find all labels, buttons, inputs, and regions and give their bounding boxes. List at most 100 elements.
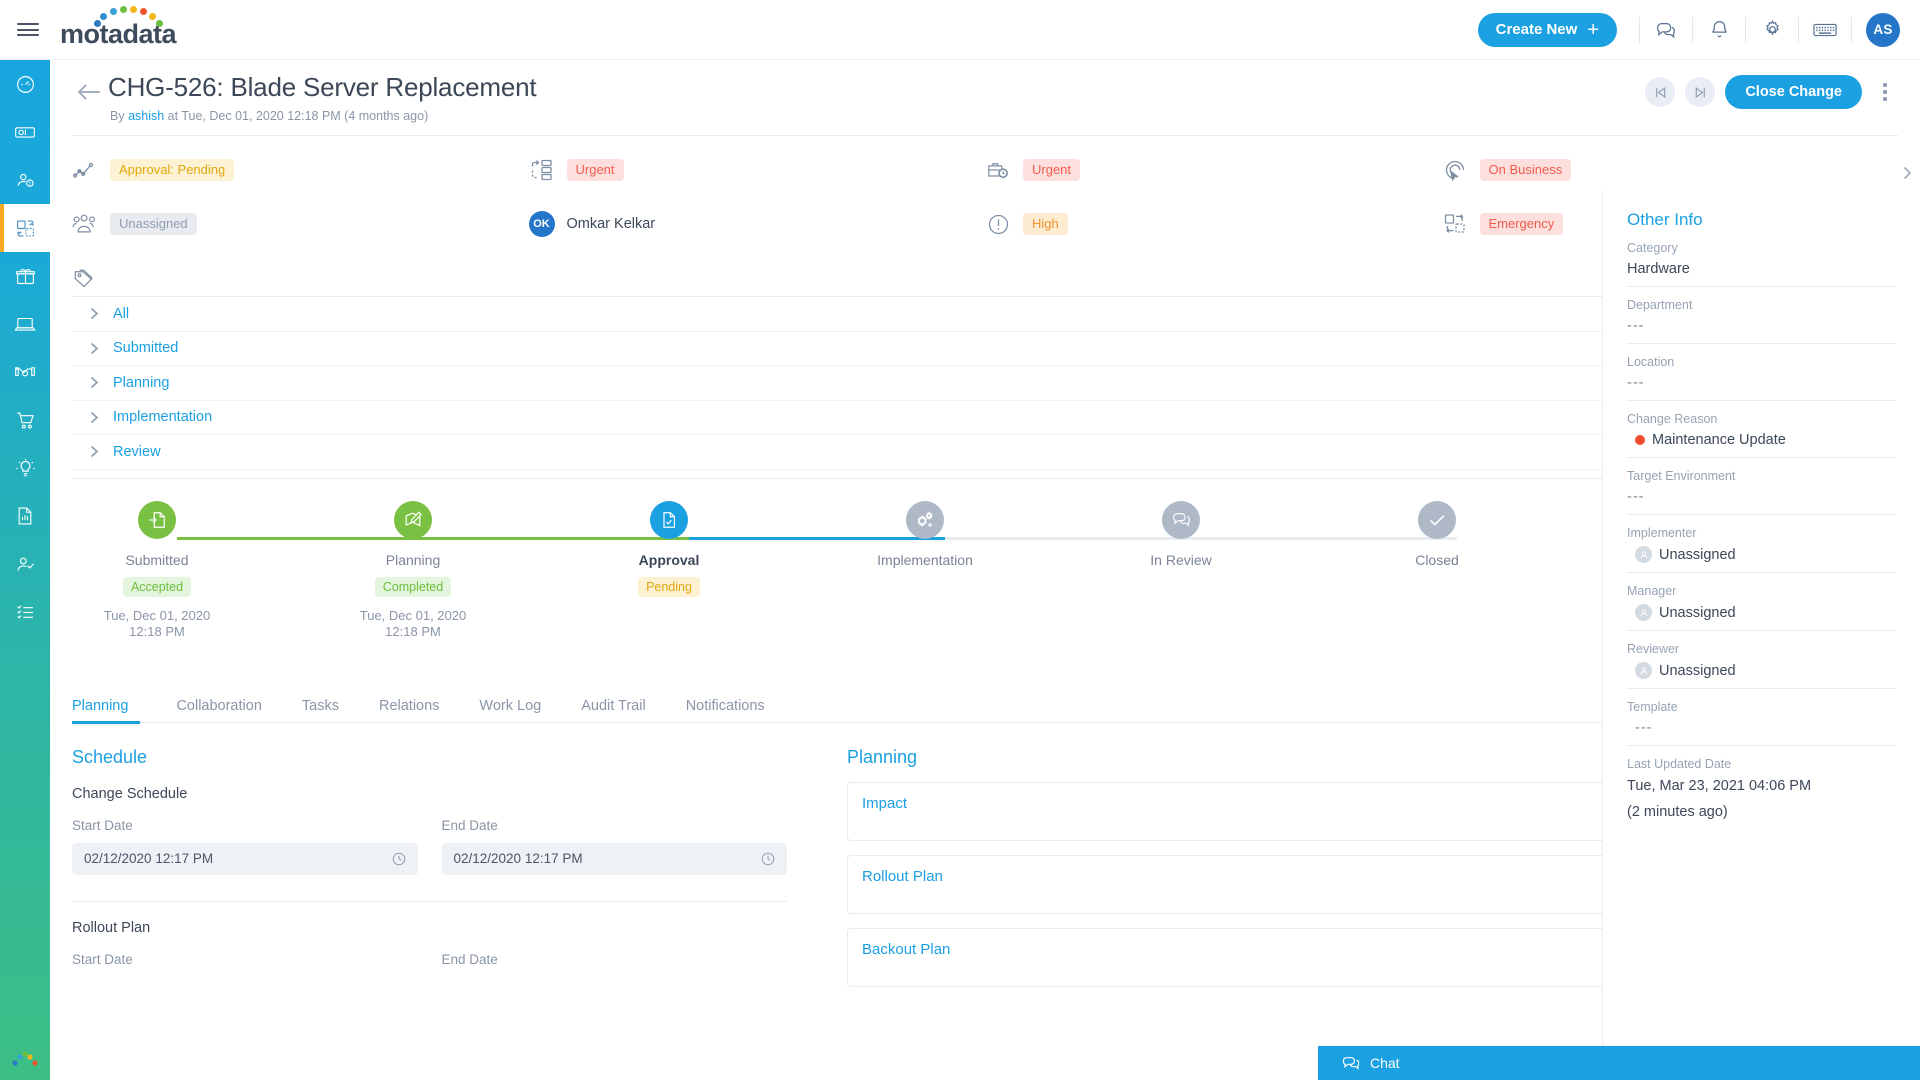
info-row-change-reason: Change Reason Maintenance Update	[1627, 401, 1896, 458]
tab-relations[interactable]: Relations	[359, 689, 459, 723]
sidebar-item-releases[interactable]	[0, 252, 50, 300]
gear-icon[interactable]	[1746, 0, 1798, 60]
property-tags[interactable]	[72, 258, 529, 298]
chevron-right-icon	[90, 307, 99, 320]
info-row-target-environment: Target Environment ---	[1627, 458, 1896, 515]
by-prefix: By	[110, 109, 129, 123]
sidebar-item-reports[interactable]	[0, 492, 50, 540]
stage-date-line1: Tue, Dec 01, 2020	[103, 607, 211, 623]
tab-planning[interactable]: Planning	[72, 689, 148, 724]
stage-name: Submitted	[125, 551, 189, 568]
sidebar-item-tasks[interactable]	[0, 588, 50, 636]
change-end-date-field: End Date 02/12/2020 12:17 PM	[441, 818, 787, 875]
rollout-plan-dates: Start Date End Date	[72, 952, 787, 967]
tab-audit-trail[interactable]: Audit Trail	[561, 689, 665, 723]
next-record-button[interactable]	[1685, 77, 1716, 107]
more-options-icon[interactable]	[1872, 77, 1898, 107]
info-row-category: Category Hardware	[1627, 230, 1896, 287]
info-label: Change Reason	[1627, 412, 1718, 426]
accordion-label: Review	[113, 443, 161, 460]
property-workflow[interactable]: Urgent	[529, 150, 986, 190]
group-icon	[72, 211, 98, 237]
back-arrow-icon[interactable]	[76, 82, 102, 107]
accordion-label: Planning	[113, 374, 170, 391]
tab-collaboration[interactable]: Collaboration	[156, 689, 281, 723]
page-header: CHG-526: Blade Server Replacement By ash…	[50, 60, 1920, 135]
submit-doc-icon	[138, 500, 176, 539]
workflow-stage-implementation[interactable]: Implementation	[840, 500, 1010, 568]
property-impact-business[interactable]: On Business	[1442, 150, 1899, 190]
rollout-start-date-label: Start Date	[72, 951, 133, 967]
start-date-input[interactable]: 02/12/2020 12:17 PM	[72, 842, 418, 875]
logo-dots-icon	[86, 5, 172, 28]
sidebar-item-dashboard[interactable]	[0, 60, 50, 108]
property-assigned-user[interactable]: OK Omkar Kelkar	[528, 204, 986, 244]
sidebar-item-purchase[interactable]	[0, 396, 50, 444]
end-date-input[interactable]: 02/12/2020 12:17 PM	[441, 842, 787, 875]
tab-tasks[interactable]: Tasks	[282, 689, 359, 723]
info-label: Category	[1627, 241, 1678, 255]
info-value-wrap: Unassigned	[1627, 546, 1896, 563]
stage-name: Planning	[385, 551, 441, 568]
user-avatar-icon	[1635, 662, 1652, 679]
workflow-stage-submitted[interactable]: Submitted Accepted Tue, Dec 01, 2020 12:…	[72, 500, 242, 642]
stage-date-line2: 12:18 PM	[385, 624, 441, 640]
rollout-plan-label: Rollout Plan	[72, 919, 151, 936]
property-approval-status[interactable]: Approval: Pending	[72, 150, 529, 190]
bell-icon[interactable]	[1693, 0, 1745, 60]
assigned-user-name: Omkar Kelkar	[566, 216, 656, 232]
author-link[interactable]: ashish	[128, 109, 164, 123]
info-label: Reviewer	[1627, 642, 1680, 656]
change-start-date-field: Start Date 02/12/2020 12:17 PM	[72, 818, 418, 875]
created-timestamp: at Tue, Dec 01, 2020 12:18 PM (4 months …	[164, 109, 429, 123]
stage-status: Pending	[638, 576, 700, 597]
sidebar-item-users[interactable]	[0, 156, 50, 204]
divider	[1851, 16, 1852, 43]
chat-icon	[1342, 1057, 1360, 1070]
hamburger-menu-icon[interactable]	[0, 20, 56, 40]
sidebar-item-assets[interactable]	[0, 300, 50, 348]
create-new-button[interactable]: Create New +	[1477, 12, 1617, 47]
close-change-button[interactable]: Close Change	[1725, 75, 1862, 109]
tab-notifications[interactable]: Notifications	[666, 689, 785, 723]
sidebar-item-tickets[interactable]	[0, 108, 50, 156]
accordion-label: Submitted	[113, 340, 179, 357]
info-value-wrap: Maintenance Update	[1627, 432, 1896, 448]
workflow-stage-planning[interactable]: Planning Completed Tue, Dec 01, 2020 12:…	[328, 500, 498, 642]
info-label: Template	[1627, 700, 1678, 714]
property-priority-urgency[interactable]: Urgent	[985, 150, 1442, 190]
info-value-wrap: Unassigned	[1627, 662, 1896, 679]
info-label: Location	[1627, 355, 1675, 369]
target-click-icon	[1442, 157, 1468, 183]
impact-badge: High	[1023, 212, 1068, 236]
review-chat-icon	[1162, 500, 1200, 539]
property-assignee-group[interactable]: Unassigned	[72, 204, 529, 244]
clock-icon[interactable]	[392, 852, 406, 866]
sidebar-item-approvals[interactable]	[0, 540, 50, 588]
property-impact-level[interactable]: High	[985, 204, 1442, 244]
chat-widget[interactable]: Chat	[1318, 1046, 1920, 1080]
properties-next-button[interactable]	[1894, 160, 1920, 186]
workflow-stage-approval[interactable]: Approval Pending	[584, 500, 754, 597]
tag-icon	[72, 265, 98, 291]
stage-name: Closed	[1415, 551, 1459, 568]
sidebar-item-contracts[interactable]	[0, 348, 50, 396]
stage-date: Tue, Dec 01, 2020 12:18 PM	[72, 608, 242, 642]
previous-record-button[interactable]	[1645, 77, 1676, 107]
chat-icon[interactable]	[1640, 0, 1692, 60]
business-badge: On Business	[1479, 158, 1572, 182]
brand-logo[interactable]: motadata	[60, 0, 177, 60]
keyboard-icon[interactable]	[1799, 0, 1851, 60]
workflow-stage-closed[interactable]: Closed	[1352, 500, 1522, 568]
last-updated-relative: (2 minutes ago)	[1627, 804, 1728, 821]
tab-work-log[interactable]: Work Log	[459, 689, 561, 723]
start-date-value: 02/12/2020 12:17 PM	[84, 851, 214, 866]
info-value: Unassigned	[1659, 604, 1736, 621]
sidebar-item-changes[interactable]	[0, 204, 50, 252]
sidebar-item-solutions[interactable]	[0, 444, 50, 492]
avatar[interactable]: AS	[1866, 12, 1900, 47]
workflow-stage-in-review[interactable]: In Review	[1096, 500, 1266, 568]
stage-name: In Review	[1150, 551, 1212, 568]
workflow-icon	[529, 157, 555, 183]
clock-icon[interactable]	[761, 852, 775, 866]
